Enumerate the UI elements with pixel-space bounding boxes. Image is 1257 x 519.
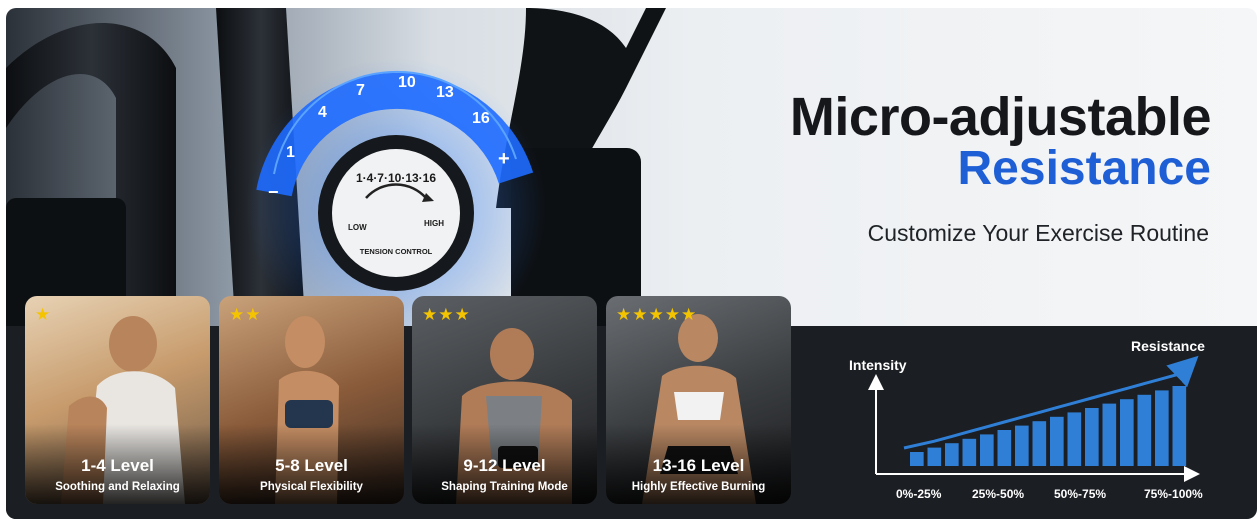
knob-caption: TENSION CONTROL xyxy=(359,247,433,256)
level-description: Highly Effective Burning xyxy=(631,481,766,493)
chart-bar xyxy=(997,430,1012,466)
headline-line1: Micro-adjustable xyxy=(789,87,1212,147)
trend-label: Resistance xyxy=(1131,338,1205,354)
x-tick-label: 0%-25% xyxy=(896,487,942,501)
dial-label: 10 xyxy=(398,74,416,91)
intensity-resistance-chart: Intensity Resistance 0%-25% 25%-50% 50%-75… xyxy=(849,338,1205,501)
chart-bar xyxy=(980,434,994,466)
headline: Micro-adjustable Resistance xyxy=(789,87,1212,196)
chart-bar xyxy=(927,447,942,466)
star-rating: ★★ xyxy=(229,305,262,324)
dial-label: 1 xyxy=(286,144,295,161)
chart-bar xyxy=(1085,408,1099,466)
knob-scale: 1·4·7·10·13·16 xyxy=(355,171,437,185)
y-axis-label: Intensity xyxy=(849,357,907,373)
subtitle: Customize Your Exercise Routine xyxy=(867,220,1209,246)
level-title: 1-4 Level xyxy=(81,456,154,475)
chart-bar xyxy=(1032,421,1047,466)
chart-bar xyxy=(910,452,924,466)
dial-label: 16 xyxy=(472,110,490,127)
level-description: Shaping Training Mode xyxy=(441,481,568,493)
x-tick-label: 75%-100% xyxy=(1144,487,1203,501)
chart-bar xyxy=(1155,390,1169,466)
chart-bar xyxy=(1172,386,1187,466)
level-title: 13-16 Level xyxy=(652,456,745,475)
dial-label: 7 xyxy=(356,82,365,99)
chart-bar xyxy=(1102,403,1117,466)
level-title: 9-12 Level xyxy=(463,456,546,475)
dial-label: − xyxy=(268,182,279,202)
level-card-3: ★★★ 9-12 Level Shaping Training Mode xyxy=(412,296,597,504)
knob-low-label: LOW xyxy=(348,223,367,232)
promo-banner: − 1 4 7 10 13 16 + 1·4·7·10·13·16 LOW HI… xyxy=(6,8,1257,519)
dial-label: 13 xyxy=(436,84,454,101)
level-card-1: ★ 1-4 Level Soothing and Relaxing xyxy=(25,296,210,504)
level-description: Physical Flexibility xyxy=(260,481,363,493)
knob-high-label: HIGH xyxy=(424,219,444,228)
chart-bar xyxy=(1067,412,1082,466)
chart-bar xyxy=(1050,416,1064,466)
x-tick-label: 50%-75% xyxy=(1054,487,1106,501)
chart-bar xyxy=(962,438,977,466)
star-rating: ★★★ xyxy=(422,305,471,324)
level-description: Soothing and Relaxing xyxy=(55,481,180,493)
x-tick-label: 25%-50% xyxy=(972,487,1024,501)
star-rating: ★★★★★ xyxy=(616,305,698,324)
dial-label: 4 xyxy=(318,104,327,121)
chart-bar xyxy=(1015,425,1029,466)
dial-label: + xyxy=(498,148,510,170)
level-card-4: ★★★★★ 13-16 Level Highly Effective Burni… xyxy=(606,296,791,504)
star-rating: ★ xyxy=(35,305,52,324)
level-title: 5-8 Level xyxy=(275,456,348,475)
chart-bar xyxy=(1137,394,1152,466)
chart-bar xyxy=(945,443,959,466)
headline-line2: Resistance xyxy=(957,142,1211,196)
level-card-2: ★★ 5-8 Level Physical Flexibility xyxy=(219,296,404,504)
tension-knob: 1·4·7·10·13·16 LOW HIGH TENSION CONTROL xyxy=(332,149,460,277)
chart-bar xyxy=(1120,399,1134,466)
